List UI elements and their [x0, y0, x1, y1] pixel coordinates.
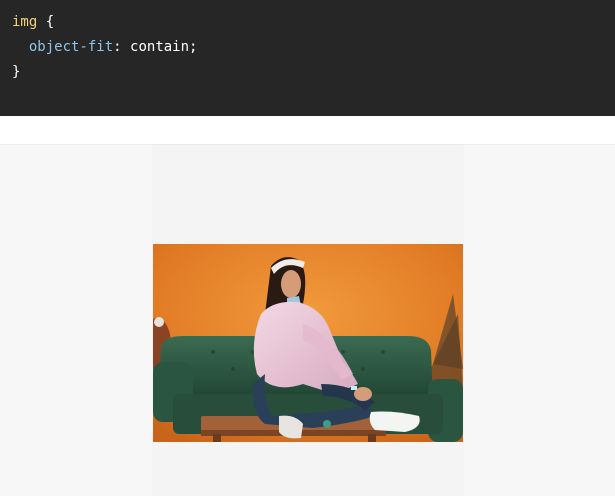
code-line-selector: img { — [12, 10, 615, 35]
code-line-close: } — [12, 60, 615, 85]
left-decor-ornament — [154, 317, 164, 327]
code-close-brace: } — [12, 64, 21, 80]
photo-illustration — [153, 244, 463, 442]
demo-photo — [153, 244, 463, 442]
right-sneaker — [369, 411, 420, 432]
image-container — [153, 145, 463, 496]
css-code-block: img { object-fit: contain; } — [0, 0, 615, 116]
code-value: contain — [130, 39, 190, 55]
demo-stage — [0, 145, 615, 496]
code-selector: img — [12, 14, 38, 30]
code-line-declaration: object-fit: contain; — [12, 35, 615, 60]
code-property: object-fit — [28, 39, 114, 55]
code-open-brace: { — [45, 14, 55, 30]
code-colon: : — [113, 39, 122, 55]
spacer-band — [0, 116, 615, 145]
code-semicolon: ; — [189, 39, 198, 55]
small-ball — [323, 420, 331, 428]
face — [281, 270, 301, 298]
